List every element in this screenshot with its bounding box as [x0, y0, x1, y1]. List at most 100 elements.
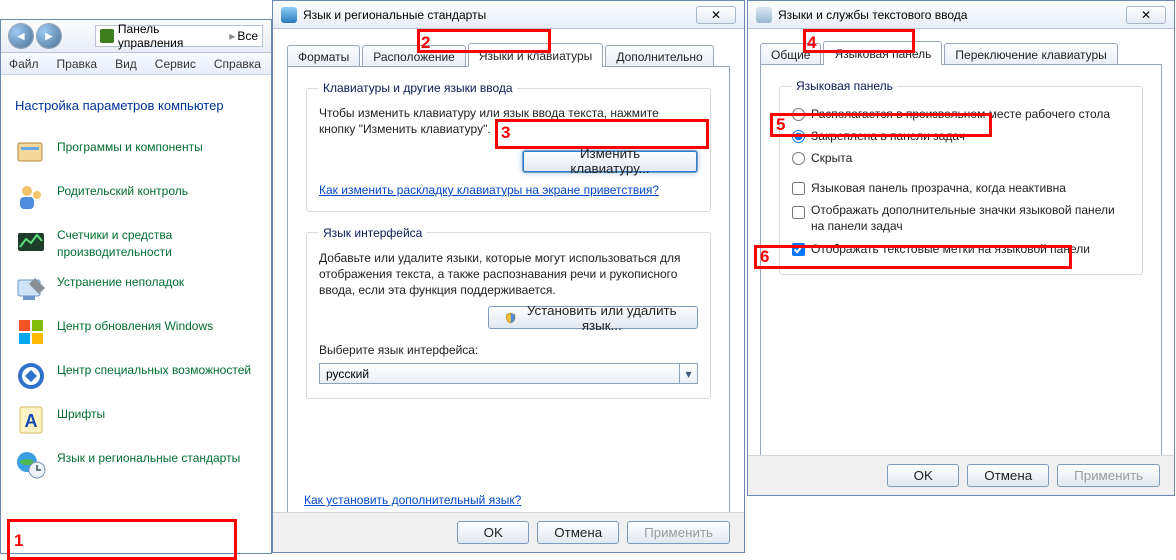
- group-legend: Клавиатуры и другие языки ввода: [319, 81, 517, 95]
- cat-ease-of-access[interactable]: Центр специальных возможностей: [15, 354, 257, 398]
- display-lang-group: Язык интерфейса Добавьте или удалите язы…: [306, 226, 711, 400]
- tab-langbar[interactable]: Языковая панель: [823, 41, 942, 65]
- marker-3-num: 3: [501, 123, 510, 143]
- menu-file[interactable]: Файл: [9, 57, 39, 71]
- close-button[interactable]: ✕: [1126, 6, 1166, 24]
- tab-formats[interactable]: Форматы: [287, 45, 360, 67]
- chk-label: Языковая панель прозрачна, когда неактив…: [811, 181, 1066, 195]
- welcome-layout-link[interactable]: Как изменить раскладку клавиатуры на экр…: [319, 183, 659, 197]
- cat-label: Программы и компоненты: [57, 137, 203, 155]
- troubleshoot-icon: [15, 272, 47, 304]
- apply-button[interactable]: Применить: [627, 521, 730, 544]
- tab-advanced[interactable]: Дополнительно: [605, 45, 713, 67]
- control-panel-window: ◄ ► Панель управления ▸ Все Файл Правка …: [0, 19, 272, 554]
- menu-help[interactable]: Справка: [214, 57, 261, 71]
- tab-location[interactable]: Расположение: [362, 45, 466, 67]
- group-legend: Язык интерфейса: [319, 226, 426, 240]
- cat-region[interactable]: Язык и региональные стандарты: [15, 442, 257, 486]
- keyboard-group: Клавиатуры и другие языки ввода Чтобы из…: [306, 81, 711, 212]
- crumb-leaf[interactable]: Все: [237, 29, 258, 43]
- windows-update-icon: [15, 316, 47, 348]
- globe-clock-icon: [15, 448, 47, 480]
- cat-label: Центр обновления Windows: [57, 316, 213, 334]
- title-bar: Язык и региональные стандарты ✕: [273, 1, 744, 29]
- marker-1-num: 1: [14, 531, 23, 551]
- cancel-button[interactable]: Отмена: [537, 521, 619, 544]
- cat-windows-update[interactable]: Центр обновления Windows: [15, 310, 257, 354]
- dialog-footer: OK Отмена Применить: [748, 455, 1174, 495]
- langbar-group: Языковая панель Располагается в произвол…: [779, 79, 1143, 275]
- chk-extra-icons[interactable]: Отображать дополнительные значки языково…: [792, 199, 1130, 238]
- chk-label: Отображать дополнительные значки языково…: [811, 203, 1130, 234]
- control-panel-icon: [100, 29, 114, 43]
- cat-perf[interactable]: Счетчики и средства производительности: [15, 219, 257, 265]
- chk-transparent[interactable]: Языковая панель прозрачна, когда неактив…: [792, 177, 1130, 199]
- region-dialog: Язык и региональные стандарты ✕ Форматы …: [272, 0, 745, 553]
- category-list: Программы и компоненты Родительский конт…: [1, 131, 271, 485]
- extra-lang-link[interactable]: Как установить дополнительный язык?: [304, 493, 521, 507]
- marker-4-num: 4: [807, 33, 816, 53]
- tabs: Общие Языковая панель Переключение клави…: [760, 41, 1162, 65]
- forward-button[interactable]: ►: [37, 24, 61, 48]
- marker-6-num: 6: [760, 247, 769, 267]
- cat-programs[interactable]: Программы и компоненты: [15, 131, 257, 175]
- menu-tools[interactable]: Сервис: [155, 57, 196, 71]
- parental-icon: [15, 181, 47, 213]
- marker-2-num: 2: [421, 33, 430, 53]
- cat-parental[interactable]: Родительский контроль: [15, 175, 257, 219]
- cat-label: Устранение неполадок: [57, 272, 184, 290]
- radio-docked[interactable]: Закреплена в панели задач: [792, 125, 1130, 147]
- radio-label: Закреплена в панели задач: [811, 129, 965, 143]
- tab-switch[interactable]: Переключение клавиатуры: [944, 43, 1117, 65]
- tab-keyboards[interactable]: Языки и клавиатуры: [468, 43, 603, 67]
- ok-button[interactable]: OK: [887, 464, 959, 487]
- cat-label: Шрифты: [57, 404, 105, 422]
- apply-button[interactable]: Применить: [1057, 464, 1160, 487]
- chevron-down-icon: ▾: [679, 364, 697, 383]
- group-legend: Языковая панель: [792, 79, 897, 93]
- menu-edit[interactable]: Правка: [57, 57, 98, 71]
- ease-icon: [15, 360, 47, 392]
- install-language-label: Установить или удалить язык...: [522, 303, 681, 333]
- fonts-icon: A: [15, 404, 47, 436]
- marker-5-num: 5: [776, 115, 785, 135]
- ok-button[interactable]: OK: [457, 521, 529, 544]
- perf-icon: [15, 225, 47, 257]
- dialog-footer: OK Отмена Применить: [273, 512, 744, 552]
- language-combo[interactable]: русский ▾: [319, 363, 698, 384]
- radio-label: Скрыта: [811, 151, 852, 165]
- chk-label: Отображать текстовые метки на языковой п…: [811, 242, 1090, 256]
- cancel-button[interactable]: Отмена: [967, 464, 1049, 487]
- back-button[interactable]: ◄: [9, 24, 33, 48]
- title-label: Язык и региональные стандарты: [303, 8, 696, 22]
- chk-text-labels[interactable]: Отображать текстовые метки на языковой п…: [792, 238, 1130, 260]
- crumb-root[interactable]: Панель управления: [118, 22, 227, 50]
- title-bar: Языки и службы текстового ввода ✕: [748, 1, 1174, 29]
- keyboard-icon: [756, 7, 772, 23]
- marker-1-box: [7, 519, 237, 560]
- radio-floating[interactable]: Располагается в произвольном месте рабоч…: [792, 103, 1130, 125]
- radio-label: Располагается в произвольном месте рабоч…: [811, 107, 1110, 121]
- menubar: Файл Правка Вид Сервис Справка: [1, 53, 271, 75]
- cat-troubleshoot[interactable]: Устранение неполадок: [15, 266, 257, 310]
- close-button[interactable]: ✕: [696, 6, 736, 24]
- change-keyboard-button[interactable]: Изменить клавиатуру...: [522, 150, 698, 173]
- programs-icon: [15, 137, 47, 169]
- cat-label: Родительский контроль: [57, 181, 188, 199]
- cat-label: Счетчики и средства производительности: [57, 225, 257, 259]
- text-services-dialog: Языки и службы текстового ввода ✕ Общие …: [747, 0, 1175, 496]
- choose-label: Выберите язык интерфейса:: [319, 343, 698, 357]
- title-label: Языки и службы текстового ввода: [778, 8, 1126, 22]
- nav-toolbar: ◄ ► Панель управления ▸ Все: [1, 20, 271, 53]
- cat-label: Центр специальных возможностей: [57, 360, 251, 378]
- combo-value: русский: [326, 367, 369, 381]
- tab-panel: Языковая панель Располагается в произвол…: [760, 64, 1162, 468]
- breadcrumb-bar[interactable]: Панель управления ▸ Все: [95, 25, 263, 47]
- globe-icon: [281, 7, 297, 23]
- group-text: Добавьте или удалите языки, которые могу…: [319, 250, 698, 299]
- cat-fonts[interactable]: A Шрифты: [15, 398, 257, 442]
- install-language-button[interactable]: Установить или удалить язык...: [488, 306, 698, 329]
- radio-hidden[interactable]: Скрыта: [792, 147, 1130, 169]
- menu-view[interactable]: Вид: [115, 57, 137, 71]
- shield-icon: [505, 311, 516, 325]
